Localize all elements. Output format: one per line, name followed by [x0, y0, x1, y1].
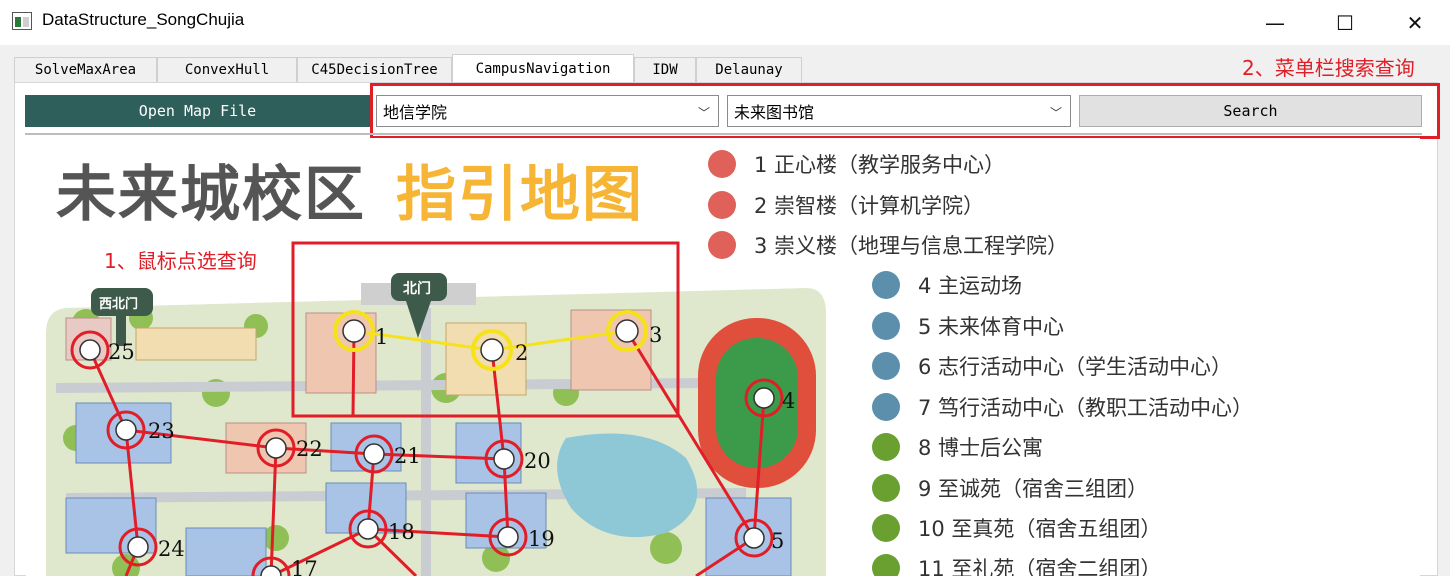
- legend-dot: [872, 474, 900, 502]
- legend-dot: [872, 433, 900, 461]
- tab-c45decisiontree[interactable]: C45DecisionTree: [297, 57, 452, 82]
- legend-dot: [872, 271, 900, 299]
- northwest-gate-label: 西北门: [99, 296, 138, 312]
- legend-item: 6 志行活动中心（学生活动中心）: [872, 351, 1232, 381]
- legend-label: 5 未来体育中心: [918, 315, 1065, 339]
- node-label: 19: [528, 527, 555, 551]
- legend-item: 10 至真苑（宿舍五组团）: [872, 513, 1161, 543]
- app-icon: [12, 12, 32, 30]
- menu-search-highlight: [370, 83, 1440, 139]
- node-label: 18: [388, 520, 415, 544]
- legend-item: 8 博士后公寓: [872, 432, 1043, 462]
- legend-item: 2 崇智楼（计算机学院）: [708, 190, 984, 220]
- open-map-file-button[interactable]: Open Map File: [25, 95, 370, 127]
- node-label: 24: [158, 537, 185, 561]
- legend-label: 11 至礼苑（宿舍二组团）: [918, 557, 1162, 576]
- tab-idw[interactable]: IDW: [634, 57, 696, 82]
- node-label: 20: [524, 449, 551, 473]
- node-label: 4: [782, 389, 795, 413]
- close-button[interactable]: ✕: [1380, 0, 1450, 45]
- node-label: 2: [515, 341, 528, 365]
- legend-item: 7 笃行活动中心（教职工活动中心）: [872, 392, 1253, 422]
- north-gate-label: 北门: [403, 280, 431, 297]
- legend-label: 1 正心楼（教学服务中心）: [754, 153, 1006, 177]
- legend-dot: [708, 231, 736, 259]
- node-label: 21: [394, 444, 421, 468]
- node-label: 25: [108, 340, 135, 364]
- mouse-select-annotation: 1、鼠标点选查询: [104, 249, 257, 273]
- legend-dot: [872, 554, 900, 576]
- legend-item: 11 至礼苑（宿舍二组团）: [872, 553, 1161, 576]
- legend-label: 2 崇智楼（计算机学院）: [754, 194, 985, 218]
- title-bar: DataStructure_SongChujia — ☐ ✕: [0, 0, 1450, 45]
- legend-dot: [872, 352, 900, 380]
- node-label: 5: [771, 529, 784, 553]
- tab-convexhull[interactable]: ConvexHull: [157, 57, 297, 82]
- legend-item: 4 主运动场: [872, 270, 1022, 300]
- legend-dot: [708, 191, 736, 219]
- legend-dot: [872, 312, 900, 340]
- legend-item: 5 未来体育中心: [872, 311, 1064, 341]
- minimize-button[interactable]: —: [1240, 0, 1310, 45]
- map-canvas[interactable]: 未来城校区 指引地图 北门 西北门 1 2 3 4 5 17 18 19 20 …: [26, 138, 1420, 576]
- window-title: DataStructure_SongChujia: [42, 10, 245, 29]
- legend-dot: [708, 150, 736, 178]
- node-label: 1: [375, 325, 388, 349]
- tab-campusnavigation[interactable]: CampusNavigation: [452, 54, 634, 83]
- legend-item: 9 至诚苑（宿舍三组团）: [872, 473, 1148, 503]
- legend-label: 8 博士后公寓: [918, 436, 1044, 460]
- node-label: 17: [291, 557, 318, 576]
- node-label: 22: [296, 437, 323, 461]
- maximize-button[interactable]: ☐: [1310, 0, 1380, 45]
- legend-dot: [872, 514, 900, 542]
- legend-label: 10 至真苑（宿舍五组团）: [918, 517, 1162, 541]
- legend-item: 3 崇义楼（地理与信息工程学院）: [708, 230, 1068, 260]
- legend-label: 7 笃行活动中心（教职工活动中心）: [918, 396, 1254, 420]
- legend-label: 6 志行活动中心（学生活动中心）: [918, 355, 1233, 379]
- tab-solvemaxarea[interactable]: SolveMaxArea: [14, 57, 157, 82]
- legend-label: 4 主运动场: [918, 274, 1023, 298]
- node-label: 3: [649, 323, 662, 347]
- legend-item: 1 正心楼（教学服务中心）: [708, 149, 1005, 179]
- legend-dot: [872, 393, 900, 421]
- node-label: 23: [148, 419, 175, 443]
- menu-search-annotation: 2、菜单栏搜索查询: [1242, 56, 1415, 80]
- toolbar-separator: [25, 133, 1422, 135]
- legend-label: 9 至诚苑（宿舍三组团）: [918, 477, 1149, 501]
- tab-delaunay[interactable]: Delaunay: [696, 57, 802, 82]
- legend-label: 3 崇义楼（地理与信息工程学院）: [754, 234, 1069, 258]
